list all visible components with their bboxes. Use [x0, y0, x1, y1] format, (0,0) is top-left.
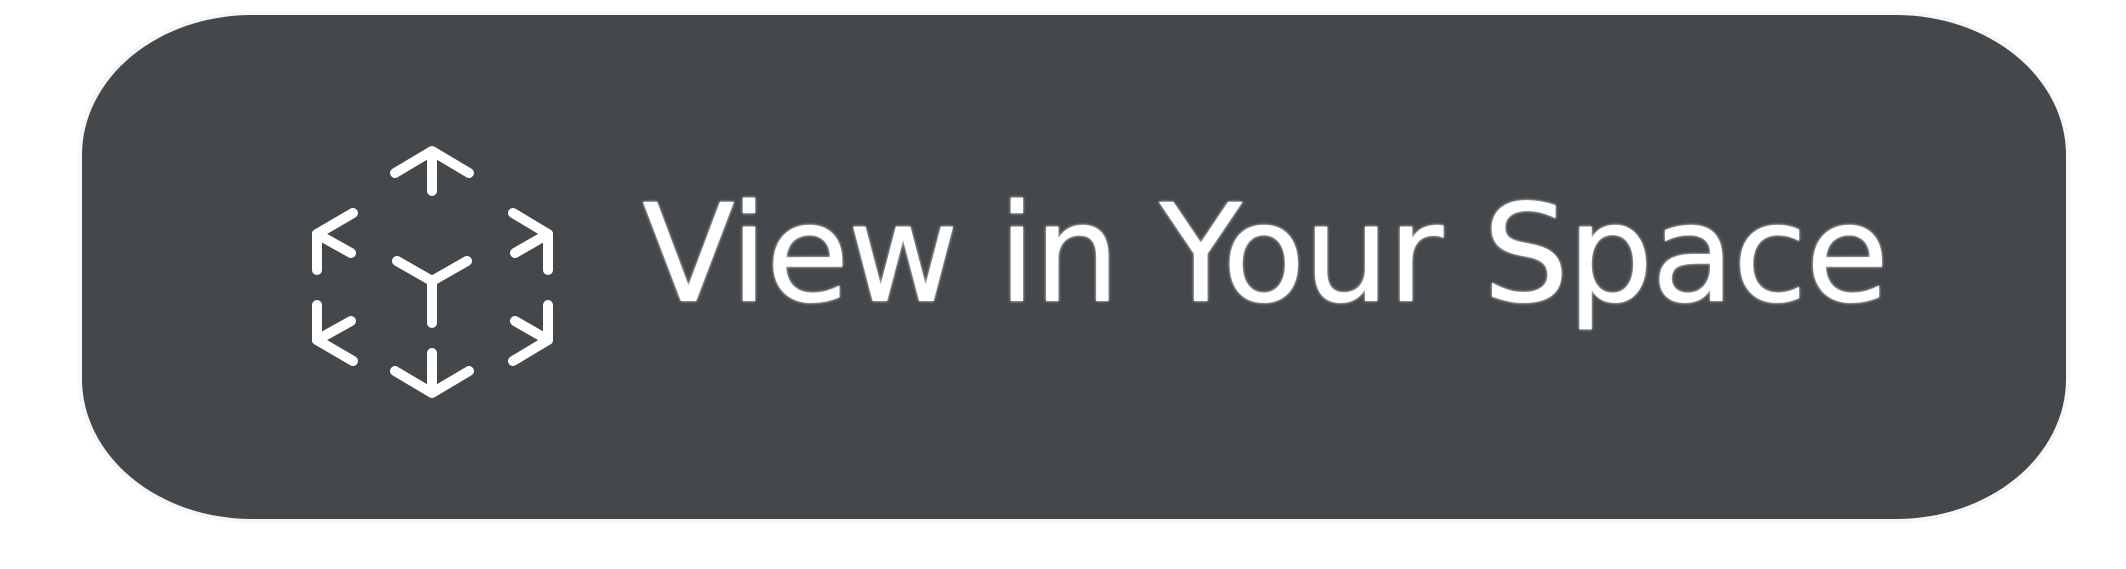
button-label: View in Your Space: [642, 176, 1889, 334]
ar-cube-icon: [305, 125, 565, 415]
view-in-your-space-button[interactable]: View in Your Space: [82, 15, 2066, 519]
page: View in Your Space: [0, 0, 2126, 569]
